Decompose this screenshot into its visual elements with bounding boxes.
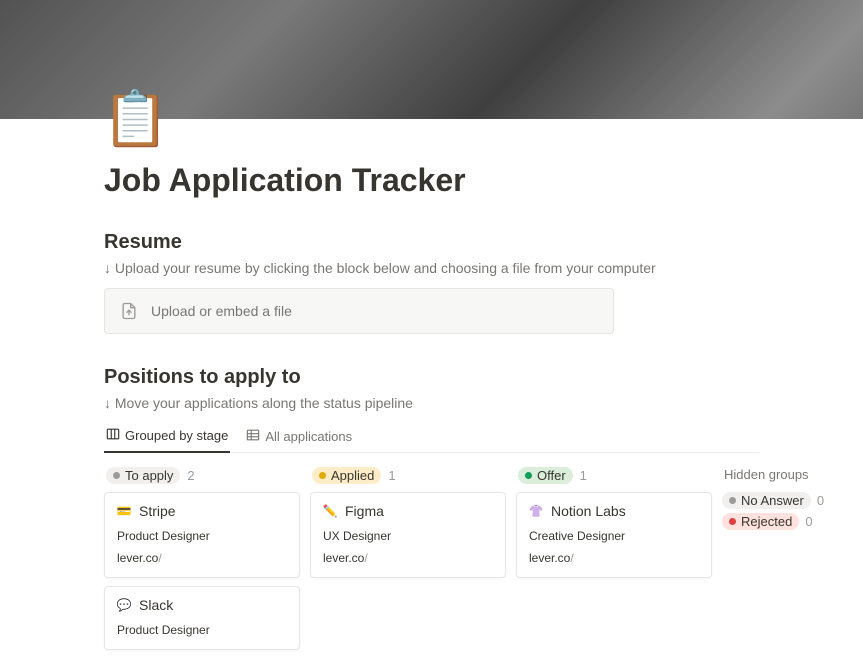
resume-help-text: ↓ Upload your resume by clicking the blo… [104,260,759,276]
tab-label: Grouped by stage [125,428,228,443]
board-icon [106,427,120,444]
column-to-apply: To apply 2 💳 Stripe Product Designer lev… [104,467,300,658]
tab-all-applications[interactable]: All applications [244,423,354,452]
card-company: Figma [345,503,384,519]
column-header[interactable]: Applied 1 [310,467,506,492]
card-role: Creative Designer [529,529,699,543]
status-dot-icon [319,472,326,479]
hidden-count: 0 [817,493,824,508]
column-count: 2 [187,468,194,483]
resume-heading[interactable]: Resume [104,231,759,254]
status-label: Offer [537,468,566,483]
kanban-board: To apply 2 💳 Stripe Product Designer lev… [104,467,759,658]
card-figma[interactable]: ✏️ Figma UX Designer lever.co/ [310,492,506,578]
company-icon: 👚 [529,504,543,518]
status-dot-icon [729,518,736,525]
column-header[interactable]: Offer 1 [516,467,712,492]
status-label: Rejected [741,514,792,529]
card-company: Notion Labs [551,503,626,519]
positions-help-text: ↓ Move your applications along the statu… [104,395,759,411]
status-badge: To apply [106,467,180,484]
column-applied: Applied 1 ✏️ Figma UX Designer lever.co/ [310,467,506,658]
tab-label: All applications [265,429,352,444]
page-title[interactable]: Job Application Tracker [104,119,759,199]
status-badge: Rejected [722,513,799,530]
hidden-item-rejected[interactable]: Rejected 0 [722,511,842,532]
status-badge: Offer [518,467,573,484]
column-count: 1 [580,468,587,483]
card-role: Product Designer [117,529,287,543]
file-upload-icon [119,301,139,321]
card-stripe[interactable]: 💳 Stripe Product Designer lever.co/ [104,492,300,578]
clipboard-icon: 📋 [102,92,169,146]
status-label: To apply [125,468,173,483]
column-offer: Offer 1 👚 Notion Labs Creative Designer … [516,467,712,658]
company-icon: 💬 [117,598,131,612]
column-count: 1 [388,468,395,483]
card-link: lever.co/ [529,551,699,565]
status-label: Applied [331,468,374,483]
table-icon [246,428,260,445]
status-badge: No Answer [722,492,811,509]
upload-file-block[interactable]: Upload or embed a file [104,288,614,334]
page-icon[interactable]: 📋 [104,87,168,151]
upload-label: Upload or embed a file [151,303,292,319]
status-dot-icon [729,497,736,504]
card-role: UX Designer [323,529,493,543]
card-role: Product Designer [117,623,287,637]
database-tabs: Grouped by stage All applications [104,423,759,453]
card-notion-labs[interactable]: 👚 Notion Labs Creative Designer lever.co… [516,492,712,578]
hidden-groups-title: Hidden groups [722,467,842,490]
card-company: Slack [139,597,173,613]
positions-heading[interactable]: Positions to apply to [104,366,759,389]
card-link: lever.co/ [117,551,287,565]
card-link: lever.co/ [323,551,493,565]
column-header[interactable]: To apply 2 [104,467,300,492]
card-company: Stripe [139,503,176,519]
hidden-count: 0 [805,514,812,529]
status-dot-icon [525,472,532,479]
company-icon: ✏️ [323,504,337,518]
hidden-groups: Hidden groups No Answer 0 Rejected 0 [722,467,842,658]
status-badge: Applied [312,467,381,484]
tab-grouped-by-stage[interactable]: Grouped by stage [104,423,230,453]
company-icon: 💳 [117,504,131,518]
status-dot-icon [113,472,120,479]
status-label: No Answer [741,493,804,508]
card-slack[interactable]: 💬 Slack Product Designer [104,586,300,650]
hidden-item-no-answer[interactable]: No Answer 0 [722,490,842,511]
